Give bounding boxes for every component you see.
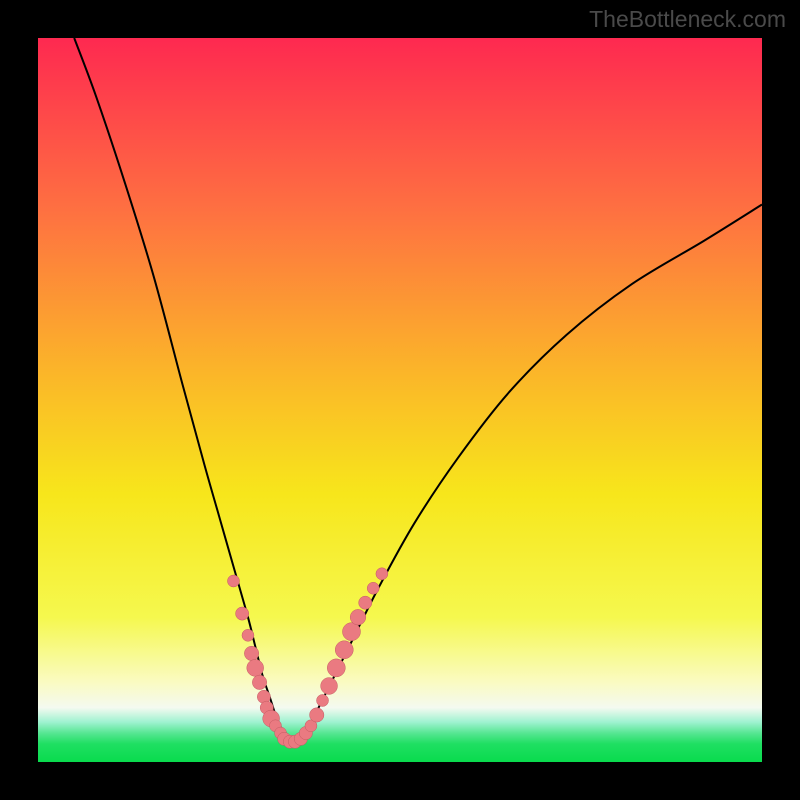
curve-marker bbox=[350, 609, 366, 625]
curve-marker bbox=[252, 675, 266, 689]
watermark-text: TheBottleneck.com bbox=[589, 6, 786, 33]
curve-marker bbox=[227, 575, 239, 587]
curve-marker bbox=[367, 582, 379, 594]
curve-marker bbox=[310, 708, 324, 722]
curve-marker bbox=[244, 646, 258, 660]
curve-marker bbox=[317, 694, 329, 706]
curve-marker bbox=[376, 568, 388, 580]
bottleneck-chart bbox=[0, 0, 800, 800]
curve-marker bbox=[359, 596, 372, 609]
curve-marker bbox=[335, 641, 353, 659]
curve-marker bbox=[247, 659, 264, 676]
curve-marker bbox=[342, 623, 360, 641]
curve-marker bbox=[236, 607, 249, 620]
curve-marker bbox=[242, 629, 254, 641]
curve-marker bbox=[327, 659, 345, 677]
plot-background bbox=[38, 38, 762, 762]
chart-frame: TheBottleneck.com bbox=[0, 0, 800, 800]
curve-marker bbox=[321, 678, 338, 695]
